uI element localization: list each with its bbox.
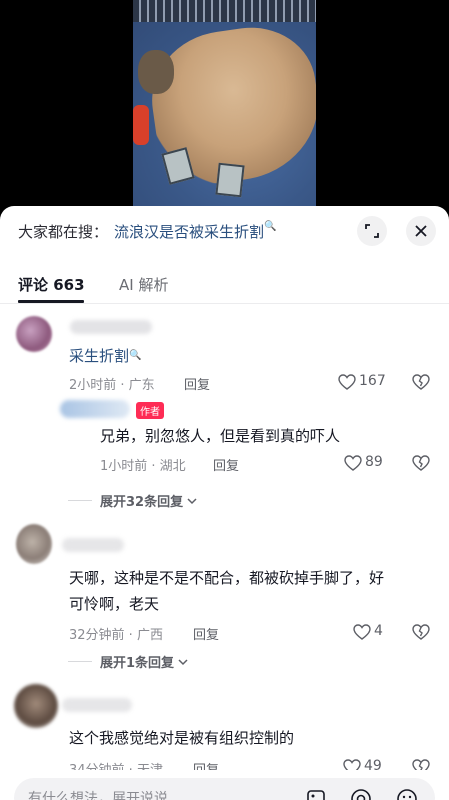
like-count: 89 xyxy=(365,454,383,470)
active-tab-indicator xyxy=(18,300,84,303)
broken-heart-icon[interactable] xyxy=(412,624,430,640)
tab-comments[interactable]: 评论 663 xyxy=(18,274,85,295)
username-blurred[interactable] xyxy=(62,698,132,712)
broken-heart-icon[interactable] xyxy=(412,374,430,390)
divider xyxy=(68,500,92,501)
video-frame xyxy=(133,0,316,206)
avatar-blurred[interactable] xyxy=(60,400,130,418)
like-count: 4 xyxy=(374,623,383,639)
chevron-down-icon xyxy=(178,658,188,665)
comment-text[interactable]: 天哪，这种是不是不配合，都被砍掉手脚了，好 xyxy=(69,566,384,590)
avatar[interactable] xyxy=(16,524,52,564)
tab-ai-analysis[interactable]: AI 解析 xyxy=(119,274,168,295)
emoji-icon[interactable] xyxy=(396,788,418,800)
comment-text-link[interactable]: 采生折割🔍 xyxy=(69,344,141,368)
comment-input[interactable]: 有什么想法，展开说说 xyxy=(14,778,435,800)
comment-text: 采生折割 xyxy=(69,347,130,365)
search-suggestion-link[interactable]: 流浪汉是否被采生折割🔍 xyxy=(114,221,276,242)
search-suggestion-query: 流浪汉是否被采生折割 xyxy=(114,223,265,241)
comment-input-bar: 有什么想法，展开说说 xyxy=(0,770,449,800)
reply-button[interactable]: 回复 xyxy=(184,374,210,393)
like-count: 167 xyxy=(359,373,386,389)
video-scene-railing xyxy=(133,0,316,22)
expand-icon xyxy=(365,224,379,238)
reply-item[interactable]: 作者 兄弟，别忽悠人，但是看到真的吓人 1小时前 · 湖北 回复 89 xyxy=(0,400,449,478)
expand-button[interactable] xyxy=(357,216,387,246)
image-icon[interactable] xyxy=(306,788,326,800)
comment-text-continued[interactable]: 可怜啊，老天 xyxy=(69,592,159,616)
like-button[interactable]: 4 xyxy=(353,623,393,641)
video-scene-bag xyxy=(133,105,149,145)
comment-sheet: 大家都在搜： 流浪汉是否被采生折割🔍 评论 663 AI 解析 采生折割🔍 2小… xyxy=(0,206,449,800)
comment-meta: 1小时前 · 湖北 xyxy=(100,459,186,474)
expand-replies-button[interactable]: 展开1条回复 xyxy=(68,652,189,671)
search-suggestion-bar: 大家都在搜： 流浪汉是否被采生折割🔍 xyxy=(0,206,449,256)
author-badge: 作者 xyxy=(136,402,164,419)
close-button[interactable] xyxy=(406,216,436,246)
username-blurred[interactable] xyxy=(70,320,152,334)
video-scene-card xyxy=(215,162,245,198)
comment-item[interactable]: 采生折割🔍 2小时前 · 广东 回复 167 xyxy=(0,310,449,400)
heart-icon xyxy=(353,624,371,640)
video-player[interactable] xyxy=(0,0,449,206)
close-icon xyxy=(415,225,427,237)
avatar[interactable] xyxy=(16,316,52,352)
divider xyxy=(68,661,92,662)
reply-button[interactable]: 回复 xyxy=(213,455,239,474)
expand-replies-label: 展开32条回复 xyxy=(100,495,184,510)
expand-replies-button[interactable]: 展开32条回复 xyxy=(68,491,198,510)
search-suggestion-prefix: 大家都在搜： xyxy=(18,223,109,241)
comment-text[interactable]: 这个我感觉绝对是被有组织控制的 xyxy=(69,726,294,750)
comment-text[interactable]: 兄弟，别忽悠人，但是看到真的吓人 xyxy=(100,424,340,448)
comment-input-placeholder: 有什么想法，展开说说 xyxy=(28,791,168,800)
comment-item[interactable]: 这个我感觉绝对是被有组织控制的 34分钟前 · 天津 回复 49 xyxy=(0,682,449,782)
reply-button[interactable]: 回复 xyxy=(193,624,219,643)
expand-replies-label: 展开1条回复 xyxy=(100,656,175,671)
like-button[interactable]: 167 xyxy=(338,373,388,391)
chevron-down-icon xyxy=(187,497,197,504)
comment-item[interactable]: 天哪，这种是不是不配合，都被砍掉手脚了，好 可怜啊，老天 32分钟前 · 广西 … xyxy=(0,520,449,650)
broken-heart-icon[interactable] xyxy=(412,455,430,471)
search-icon: 🔍 xyxy=(129,350,142,361)
at-icon[interactable] xyxy=(350,788,372,800)
like-button[interactable]: 89 xyxy=(344,454,394,472)
heart-icon xyxy=(338,374,356,390)
comment-meta: 2小时前 · 广东 xyxy=(69,378,155,393)
username-blurred[interactable] xyxy=(62,538,124,552)
comment-tabs: 评论 663 AI 解析 xyxy=(0,262,449,304)
avatar[interactable] xyxy=(14,684,58,728)
search-icon: 🔍 xyxy=(264,221,277,232)
heart-icon xyxy=(344,455,362,471)
video-scene-person xyxy=(138,50,174,94)
comment-meta: 32分钟前 · 广西 xyxy=(69,628,163,643)
